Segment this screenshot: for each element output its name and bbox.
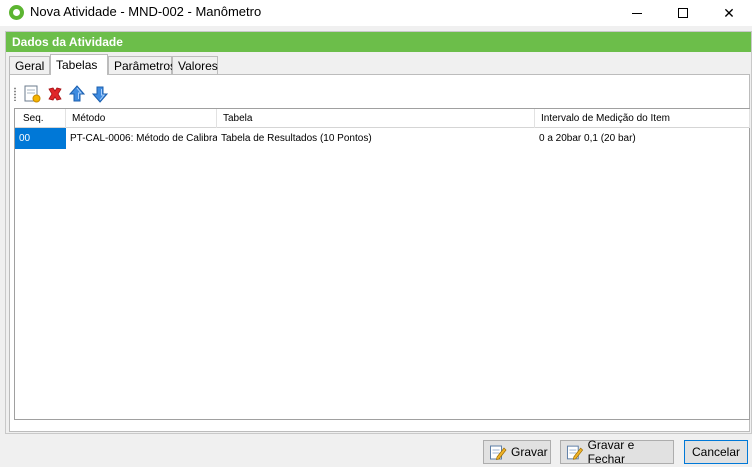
- column-header-intervalo[interactable]: Intervalo de Medição do Item: [535, 109, 750, 128]
- tab-valores[interactable]: Valores: [172, 56, 218, 74]
- edit-save-close-icon: [566, 445, 584, 460]
- move-down-button[interactable]: [90, 84, 110, 104]
- new-row-button[interactable]: [22, 84, 42, 104]
- tables-grid: Seq. Método Tabela Intervalo de Medição …: [14, 108, 750, 420]
- cell-intervalo[interactable]: 0 a 20bar 0,1 (20 bar): [535, 128, 750, 149]
- maximize-icon: [678, 8, 688, 18]
- delete-icon: [48, 87, 62, 101]
- save-button[interactable]: Gravar: [483, 440, 551, 464]
- delete-row-button[interactable]: [45, 84, 65, 104]
- cell-metodo[interactable]: PT-CAL-0006: Método de Calibra…: [66, 128, 217, 149]
- tab-geral[interactable]: Geral: [9, 56, 50, 74]
- title-bar: Nova Atividade - MND-002 - Manômetro ✕: [0, 0, 752, 26]
- save-close-button[interactable]: Gravar e Fechar: [560, 438, 674, 466]
- grid-header: Seq. Método Tabela Intervalo de Medição …: [15, 109, 750, 128]
- maximize-button[interactable]: [660, 0, 706, 26]
- tab-tabelas[interactable]: Tabelas: [50, 54, 108, 75]
- column-header-tabela[interactable]: Tabela: [217, 109, 535, 128]
- arrow-up-icon: [68, 85, 86, 102]
- move-up-button[interactable]: [67, 84, 87, 104]
- new-row-icon: [24, 85, 41, 103]
- section-header: Dados da Atividade: [6, 32, 751, 52]
- window-title: Nova Atividade - MND-002 - Manômetro: [30, 4, 262, 19]
- activity-panel: Dados da Atividade Geral Tabelas Parâmet…: [5, 31, 752, 434]
- app-logo-icon: [9, 5, 24, 20]
- minimize-icon: [632, 12, 642, 14]
- arrow-down-icon: [91, 86, 109, 103]
- grid-toolbar: [14, 84, 114, 104]
- close-icon: ✕: [723, 4, 735, 21]
- table-row[interactable]: 00 PT-CAL-0006: Método de Calibra… Tabel…: [15, 128, 750, 149]
- cancel-button-label: Cancelar: [691, 445, 741, 459]
- toolbar-grip[interactable]: [14, 87, 16, 101]
- edit-save-icon: [490, 445, 507, 460]
- cell-tabela[interactable]: Tabela de Resultados (10 Pontos): [217, 128, 535, 149]
- cell-seq[interactable]: 00: [15, 128, 66, 149]
- cancel-button[interactable]: Cancelar: [684, 440, 748, 464]
- tab-parametros[interactable]: Parâmetros: [108, 56, 176, 74]
- save-button-label: Gravar: [511, 445, 548, 459]
- minimize-button[interactable]: [614, 0, 660, 26]
- column-header-metodo[interactable]: Método: [66, 109, 217, 128]
- save-close-button-label: Gravar e Fechar: [587, 438, 635, 466]
- column-header-seq[interactable]: Seq.: [15, 109, 66, 128]
- tab-content-tabelas: Seq. Método Tabela Intervalo de Medição …: [9, 74, 750, 432]
- close-button[interactable]: ✕: [706, 0, 752, 26]
